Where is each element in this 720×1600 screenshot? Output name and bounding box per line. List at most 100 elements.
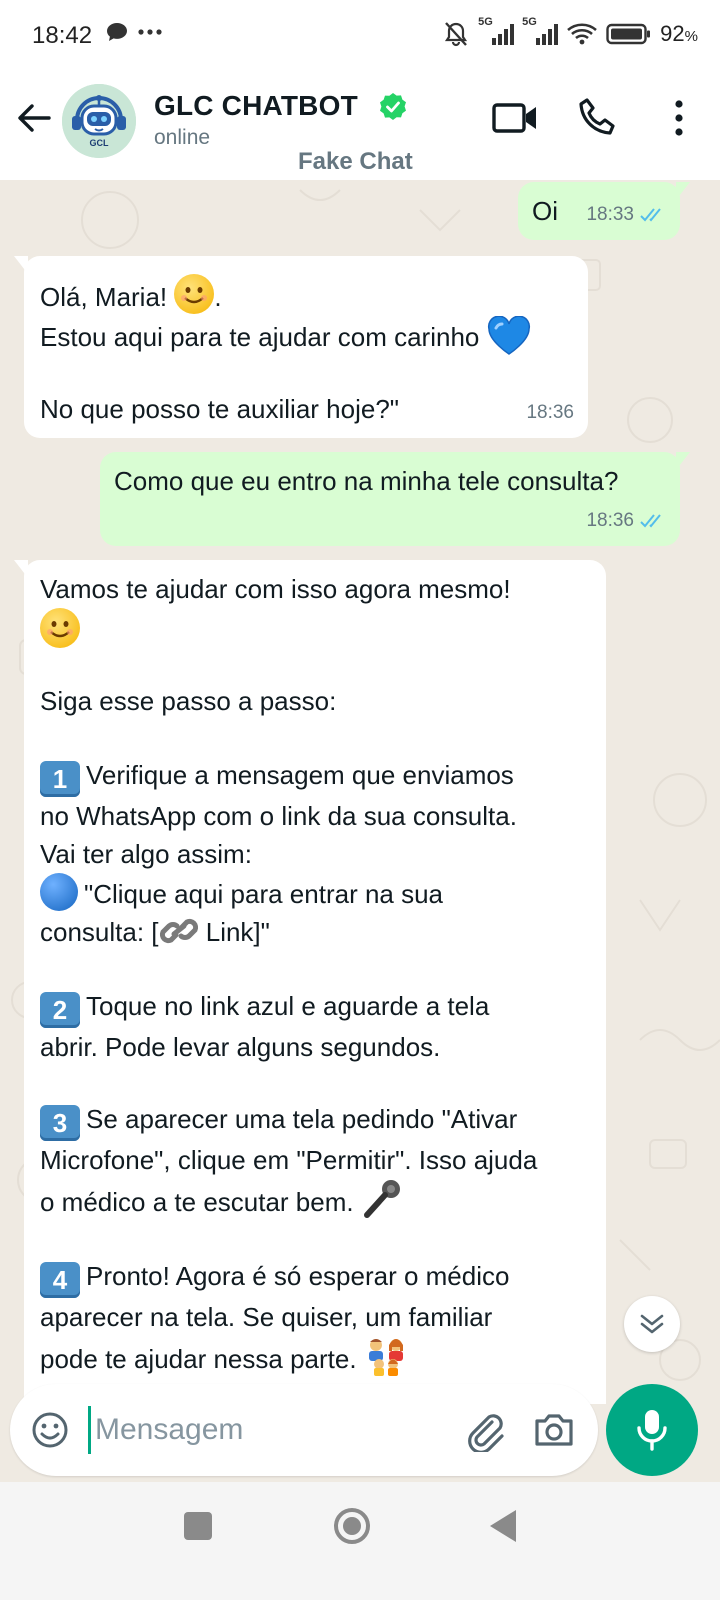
smiling-face-icon bbox=[40, 608, 80, 648]
step-text: Se aparecer uma tela pedindo "Ativar bbox=[86, 1104, 518, 1134]
double-chevron-down-icon bbox=[640, 1314, 664, 1334]
quote-text: "Clique aqui para entrar na sua bbox=[84, 879, 444, 909]
step-line: aparecer na tela. Se quiser, um familiar bbox=[40, 1302, 493, 1332]
message-line: Vamos te ajudar com isso agora mesmo! bbox=[40, 574, 511, 604]
emoji-line bbox=[40, 608, 596, 652]
more-vert-icon bbox=[675, 100, 683, 136]
link-chain-icon bbox=[159, 918, 198, 944]
recents-button[interactable] bbox=[184, 1512, 212, 1540]
microphone-icon bbox=[637, 1410, 667, 1451]
contact-status: online bbox=[154, 126, 211, 149]
step-line: Vai ter algo assim: bbox=[40, 839, 252, 869]
step-text: Verifique a mensagem que enviamos bbox=[86, 760, 514, 790]
step-line: "Clique aqui para entrar na sua bbox=[40, 873, 596, 913]
contact-avatar[interactable]: GCL bbox=[62, 84, 136, 158]
contact-name[interactable]: GLC CHATBOT bbox=[154, 90, 358, 122]
step-line: 2 Toque no link azul e aguarde a tela bbox=[40, 987, 596, 1028]
step-line: 4 Pronto! Agora é só esperar o médico bbox=[40, 1257, 596, 1298]
step-text: o médico a te escutar bem. bbox=[40, 1187, 354, 1217]
support-text: Estou aqui para te ajudar com carinho bbox=[40, 322, 480, 352]
message-meta: 18:36 bbox=[526, 394, 574, 432]
message-time: 18:36 bbox=[586, 510, 634, 531]
avatar-label: GCL bbox=[89, 138, 109, 148]
message-composer bbox=[10, 1384, 598, 1476]
keycap-number-badge: 2 bbox=[40, 992, 80, 1028]
step-line: 1 Verifique a mensagem que enviamos bbox=[40, 756, 596, 797]
step-line: Microfone", clique em "Permitir". Isso a… bbox=[40, 1145, 538, 1175]
step-line: 3 Se aparecer uma tela pedindo "Ativar bbox=[40, 1100, 596, 1141]
emoji-button[interactable] bbox=[30, 1408, 70, 1452]
home-button[interactable] bbox=[334, 1508, 370, 1544]
smile-icon bbox=[47, 621, 73, 638]
network-type-2: 5G bbox=[522, 16, 537, 28]
voice-call-button[interactable] bbox=[576, 96, 620, 140]
status-system-icons: 5G 5G 92% bbox=[442, 16, 698, 48]
wifi-icon bbox=[567, 23, 598, 45]
status-notification-icons bbox=[106, 22, 162, 42]
attach-button[interactable] bbox=[462, 1408, 506, 1454]
bubble-tail bbox=[676, 182, 690, 200]
family-emoji-icon bbox=[368, 1339, 403, 1376]
read-ticks-icon bbox=[640, 514, 661, 528]
greeting-period: . bbox=[214, 282, 222, 312]
phone-icon bbox=[579, 98, 615, 135]
network-type-1: 5G bbox=[478, 16, 493, 28]
scroll-to-bottom-button[interactable] bbox=[624, 1296, 680, 1352]
keycap-number-badge: 1 bbox=[40, 761, 80, 797]
step-line: consulta: [ Link]" bbox=[40, 913, 596, 951]
emoji-icon bbox=[32, 1412, 68, 1448]
battery-value: 92 bbox=[660, 21, 685, 46]
blue-heart-icon bbox=[487, 316, 530, 355]
battery-level: 92% bbox=[660, 21, 698, 47]
fake-chat-label: Fake Chat bbox=[298, 148, 413, 175]
message-time: 18:33 bbox=[586, 204, 634, 225]
step-line: pode te ajudar nessa parte. bbox=[40, 1336, 596, 1378]
message-meta: 18:33 bbox=[586, 196, 666, 234]
message-meta: 18:36 bbox=[586, 502, 666, 540]
more-options-button[interactable] bbox=[662, 96, 696, 140]
keycap-number-badge: 4 bbox=[40, 1262, 80, 1298]
incoming-message[interactable]: Vamos te ajudar com isso agora mesmo! Si… bbox=[14, 560, 606, 1404]
message-input[interactable] bbox=[88, 1406, 448, 1454]
more-notifications-icon bbox=[138, 29, 162, 35]
blue-circle-icon bbox=[40, 873, 78, 911]
step-line: no WhatsApp com o link da sua consulta. bbox=[40, 801, 517, 831]
camera-button[interactable] bbox=[532, 1408, 576, 1452]
keycap-number-badge: 3 bbox=[40, 1105, 80, 1141]
back-arrow-icon bbox=[18, 104, 51, 132]
voice-message-button[interactable] bbox=[606, 1384, 698, 1476]
muted-bell-icon bbox=[445, 22, 468, 47]
message-time: 18:36 bbox=[526, 402, 574, 423]
step-line: abrir. Pode levar alguns segundos. bbox=[40, 1032, 441, 1062]
outgoing-message[interactable]: Oi 18:33 bbox=[518, 182, 690, 240]
message-line: Estou aqui para te ajudar com carinho bbox=[40, 316, 531, 356]
step-text: Toque no link azul e aguarde a tela bbox=[86, 991, 490, 1021]
outgoing-message[interactable]: Como que eu entro na minha tele consulta… bbox=[100, 452, 690, 546]
microphone-emoji-icon bbox=[363, 1180, 400, 1218]
system-navigation-bar bbox=[0, 1482, 720, 1600]
system-back-button[interactable] bbox=[490, 1510, 516, 1542]
smiling-face-icon bbox=[174, 274, 215, 314]
battery-icon bbox=[606, 23, 651, 45]
incoming-message[interactable]: Olá, Maria! . Estou aqui para te ajudar … bbox=[14, 256, 588, 438]
camera-icon bbox=[535, 1414, 573, 1446]
quote-text: consulta: [ bbox=[40, 917, 159, 947]
signal-5g-1: 5G bbox=[478, 16, 515, 46]
status-bar: 18:42 5G 5G 92% bbox=[0, 0, 720, 72]
step-line: o médico a te escutar bem. bbox=[40, 1179, 596, 1221]
chat-area[interactable]: Oi 18:33 Olá, Maria! . Estou aqui para t… bbox=[0, 180, 720, 1404]
status-time: 18:42 bbox=[32, 22, 93, 49]
message-text: Como que eu entro na minha tele consulta… bbox=[114, 466, 619, 496]
greeting-text: Olá, Maria! bbox=[40, 282, 168, 312]
bubble-tail bbox=[676, 452, 690, 470]
message-line: Siga esse passo a passo: bbox=[40, 686, 337, 716]
back-button[interactable] bbox=[12, 96, 56, 140]
verified-badge bbox=[378, 92, 408, 127]
video-call-button[interactable] bbox=[492, 98, 540, 138]
